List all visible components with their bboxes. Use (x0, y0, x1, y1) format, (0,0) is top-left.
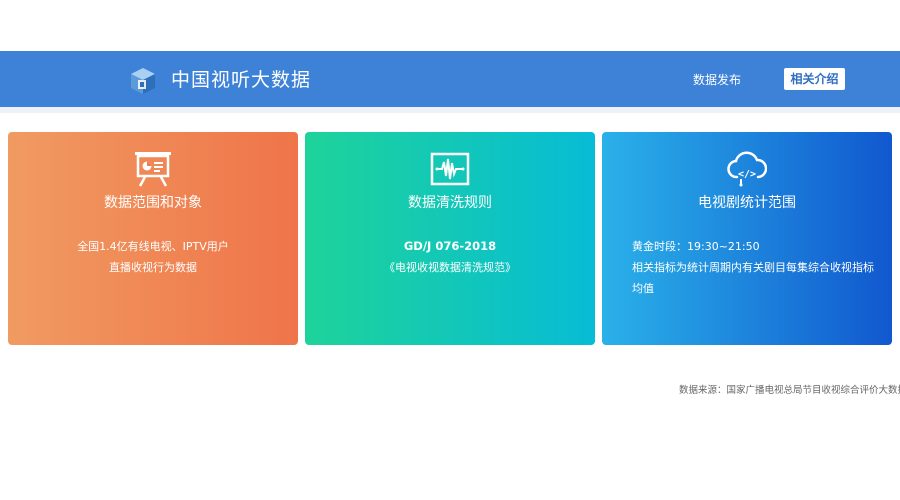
card-data-scope: 数据范围和对象 全国1.4亿有线电视、IPTV用户 直播收视行为数据 (8, 132, 298, 345)
site-title[interactable]: 中国视听大数据 (171, 66, 311, 94)
cube-logo-icon[interactable] (128, 66, 158, 96)
card-line: GD/J 076-2018 (403, 239, 497, 253)
cloud-code-icon: </> (727, 151, 767, 187)
header-divider (0, 107, 900, 113)
nav-about-button[interactable]: 相关介绍 (784, 68, 845, 90)
card-line: 《电视收视数据清洗规范》 (384, 261, 516, 274)
card-description: GD/J 076-2018 《电视收视数据清洗规范》 (305, 236, 595, 278)
card-line: 黄金时段：19:30~21:50 (632, 240, 760, 253)
data-source-note: 数据来源：国家广播电视总局节目收视综合评价大数据系 (679, 385, 900, 396)
card-description: 黄金时段：19:30~21:50 相关指标为统计周期内有关剧目每集综合收视指标均… (632, 236, 878, 299)
card-title: 数据范围和对象 (104, 195, 202, 211)
waveform-icon (430, 152, 470, 186)
card-line: 直播收视行为数据 (109, 261, 197, 274)
card-title: 电视剧统计范围 (698, 195, 796, 211)
card-tv-drama-scope: </> 电视剧统计范围 黄金时段：19:30~21:50 相关指标为统计周期内有… (602, 132, 892, 345)
nav-data-release[interactable]: 数据发布 (693, 70, 741, 90)
card-description: 全国1.4亿有线电视、IPTV用户 直播收视行为数据 (8, 236, 298, 278)
card-cleaning-rules: 数据清洗规则 GD/J 076-2018 《电视收视数据清洗规范》 (305, 132, 595, 345)
card-line: 全国1.4亿有线电视、IPTV用户 (77, 240, 229, 253)
svg-text:</>: </> (738, 169, 756, 180)
card-line: 相关指标为统计周期内有关剧目每集综合收视指标均值 (632, 261, 874, 295)
top-blank-strip (0, 0, 900, 51)
card-title: 数据清洗规则 (408, 195, 492, 211)
presentation-board-icon (135, 152, 171, 187)
